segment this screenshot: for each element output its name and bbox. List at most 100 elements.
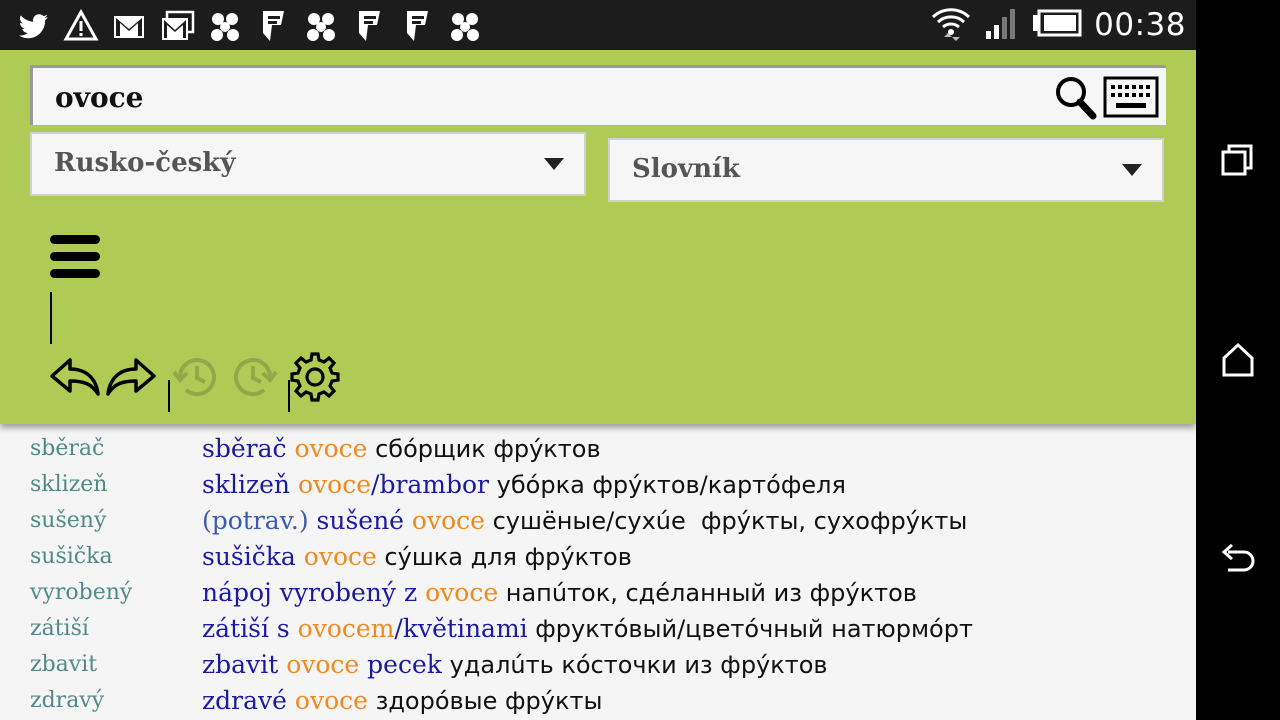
- domain-label: (potrav.): [202, 506, 317, 535]
- search-keyword: ovoce: [411, 506, 485, 535]
- history-forward-icon: [234, 358, 278, 396]
- czech-phrase: sklizeň: [202, 470, 298, 499]
- keyboard-icon[interactable]: [1103, 76, 1159, 118]
- notification-icons: [14, 6, 484, 46]
- gmail-icon: [110, 7, 148, 45]
- translation-text: сýшка для фрýктов: [376, 543, 632, 571]
- list-item[interactable]: zátiší zátiší s ovocem/květinami фруктóвы…: [0, 614, 1196, 650]
- example-phrase: zdravé ovoce здорóвые фрýкты: [202, 686, 602, 715]
- undo-arrow-icon: [50, 358, 100, 396]
- translation-text: сбóрщик фрýктов: [367, 435, 601, 463]
- foursquare-icon: [350, 7, 388, 45]
- home-icon: [1222, 342, 1254, 377]
- translation-text: здорóвые фрýкты: [367, 687, 603, 715]
- twitter-icon: [14, 7, 52, 45]
- dictionary-select[interactable]: Rusko-český: [30, 132, 586, 196]
- results-list: sběrač sběrač ovoce сбóрщик фрýктов sklize…: [0, 420, 1196, 720]
- forward-arrow-button[interactable]: [104, 350, 158, 404]
- mode-select[interactable]: Slovník: [608, 138, 1164, 202]
- headword[interactable]: sklizeň: [30, 472, 107, 497]
- search-keyword: ovoce: [425, 578, 499, 607]
- mode-select-value: Slovník: [632, 154, 740, 184]
- foursquare-icon: [254, 7, 292, 45]
- czech-phrase: zbavit: [202, 650, 287, 679]
- list-item[interactable]: vyrobený nápoj vyrobený z ovoce напúток, …: [0, 578, 1196, 614]
- wifi-icon: [930, 3, 972, 47]
- headword[interactable]: zdravý: [30, 688, 104, 713]
- translation-text: фруктóвый/цветóчный натюрмóрт: [527, 615, 973, 643]
- list-item[interactable]: sušený (potrav.) sušené ovoce сушёные/сух…: [0, 506, 1196, 542]
- czech-phrase: nápoj vyrobený z: [202, 578, 426, 607]
- app-icon: [302, 7, 340, 45]
- chevron-down-icon: [544, 158, 564, 170]
- recent-apps-button[interactable]: [1196, 110, 1280, 210]
- czech-phrase: /květinami: [394, 614, 528, 643]
- search-keyword: ovoce: [294, 686, 368, 715]
- czech-phrase: sušička: [202, 542, 304, 571]
- mail-stack-icon: [158, 7, 196, 45]
- system-status: 00:38: [930, 4, 1186, 46]
- history-forward-button[interactable]: [226, 350, 280, 404]
- foursquare-icon: [398, 7, 436, 45]
- battery-icon: [1032, 9, 1082, 41]
- settings-button[interactable]: [288, 350, 342, 404]
- czech-phrase: sušené: [316, 506, 412, 535]
- back-button[interactable]: [1196, 510, 1280, 610]
- czech-phrase: zátiší s: [202, 614, 298, 643]
- history-back-icon: [172, 358, 216, 396]
- home-button[interactable]: [1196, 310, 1280, 410]
- gear-icon: [290, 352, 340, 402]
- app-icon: [206, 7, 244, 45]
- search-keyword: ovoce: [303, 542, 377, 571]
- search-box: [30, 65, 1166, 125]
- headword[interactable]: sušička: [30, 544, 113, 569]
- czech-phrase: zdravé: [202, 686, 295, 715]
- list-item[interactable]: sklizeň sklizeň ovoce/brambor убóрка фрýк…: [0, 470, 1196, 506]
- status-bar: 00:38: [0, 0, 1196, 50]
- signal-icon: [984, 5, 1020, 45]
- list-item[interactable]: sušička sušička ovoce сýшка для фрýктов: [0, 542, 1196, 578]
- back-arrow-button[interactable]: [48, 350, 102, 404]
- divider: [50, 292, 52, 344]
- headword[interactable]: sběrač: [30, 436, 104, 461]
- translation-text: убóрка фрýктов/картóфеля: [489, 471, 846, 499]
- czech-phrase: sběrač: [202, 434, 295, 463]
- search-keyword: ovoce: [286, 650, 360, 679]
- search-keyword: ovocem: [297, 614, 395, 643]
- search-keyword: ovoce: [294, 434, 368, 463]
- czech-phrase: pecek: [359, 650, 442, 679]
- search-icon[interactable]: [1053, 74, 1097, 120]
- chevron-down-icon: [1122, 164, 1142, 176]
- system-nav-bar: [1196, 0, 1280, 720]
- clock: 00:38: [1094, 7, 1186, 43]
- redo-arrow-icon: [106, 358, 156, 396]
- headword[interactable]: zbavit: [30, 652, 97, 677]
- translation-text: напúток, сдéланный из фрýктов: [498, 579, 917, 607]
- example-phrase: zátiší s ovocem/květinami фруктóвый/цвет…: [202, 614, 973, 643]
- headword[interactable]: sušený: [30, 508, 106, 533]
- example-phrase: (potrav.) sušené ovoce сушёные/сухúе фрý…: [202, 506, 967, 535]
- example-phrase: sušička ovoce сýшка для фрýктов: [202, 542, 632, 571]
- list-item[interactable]: sběrač sběrač ovoce сбóрщик фрýктов: [0, 434, 1196, 470]
- translation-text: удалúть кóсточки из фрýктов: [441, 651, 828, 679]
- example-phrase: sklizeň ovoce/brambor убóрка фрýктов/кар…: [202, 470, 846, 499]
- hamburger-menu-icon[interactable]: [48, 232, 102, 282]
- recent-apps-icon: [1221, 144, 1253, 176]
- example-phrase: nápoj vyrobený z ovoce напúток, сдéланны…: [202, 578, 917, 607]
- list-item[interactable]: zbavit zbavit ovoce pecek удалúть кóсточк…: [0, 650, 1196, 686]
- search-input[interactable]: [55, 74, 1045, 120]
- example-phrase: sběrač ovoce сбóрщик фрýктов: [202, 434, 601, 463]
- czech-phrase: /brambor: [371, 470, 490, 499]
- translation-text: сушёные/сухúе фрýкты, сухофрýкты: [484, 507, 968, 535]
- alert-icon: [62, 7, 100, 45]
- search-panel: Rusko-český Slovník: [0, 50, 1196, 424]
- history-back-button[interactable]: [170, 350, 224, 404]
- headword[interactable]: zátiší: [30, 616, 89, 641]
- search-keyword: ovoce: [297, 470, 372, 499]
- back-icon: [1221, 543, 1255, 572]
- list-item[interactable]: zdravý zdravé ovoce здорóвые фрýкты: [0, 686, 1196, 720]
- app-icon: [446, 7, 484, 45]
- dictionary-select-value: Rusko-český: [54, 148, 236, 178]
- headword[interactable]: vyrobený: [30, 580, 132, 605]
- example-phrase: zbavit ovoce pecek удалúть кóсточки из ф…: [202, 650, 828, 679]
